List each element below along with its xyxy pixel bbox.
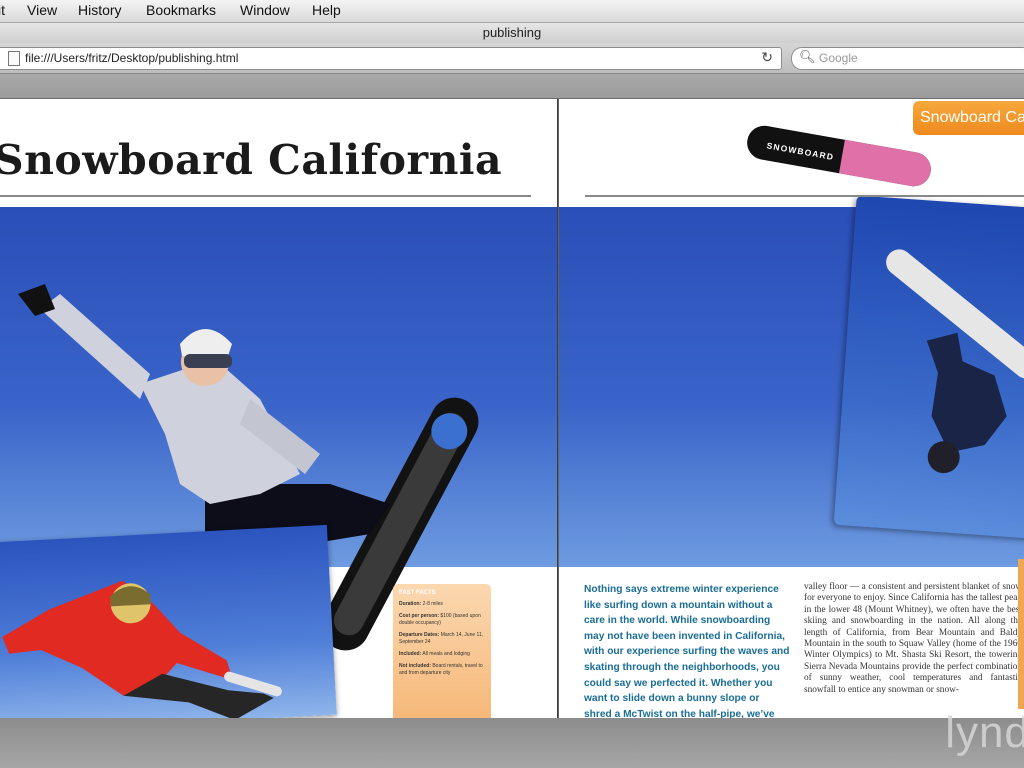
- search-placeholder: Google: [819, 51, 858, 65]
- address-text: file:///Users/fritz/Desktop/publishing.h…: [25, 51, 239, 65]
- snowboard-product-image: SNOWBOARD: [747, 125, 931, 187]
- browser-toolbar: file:///Users/fritz/Desktop/publishing.h…: [0, 43, 1024, 74]
- window-title: publishing: [482, 25, 542, 40]
- title-rule-right: [585, 195, 1024, 197]
- fact-row: Departure Dates: March 14, June 11, Sept…: [399, 632, 484, 645]
- fast-facts-heading: FAST FACTS: [399, 590, 436, 596]
- address-bar[interactable]: file:///Users/fritz/Desktop/publishing.h…: [0, 47, 782, 70]
- inset-photo-red-jacket: [0, 524, 337, 718]
- fact-row: Cost per person: $100 (based upon double…: [399, 613, 481, 626]
- fact-row: Included: All meals and lodging: [399, 651, 470, 657]
- fact-row: Not included: Board rentals, travel to a…: [399, 663, 483, 676]
- lynda-watermark: lynd: [945, 708, 1024, 757]
- search-field[interactable]: 🔍︎ Google: [791, 47, 1024, 70]
- menu-window[interactable]: Window: [240, 2, 290, 18]
- reload-icon[interactable]: ↻: [761, 49, 773, 66]
- fast-facts-box: FAST FACTS Duration: 2-8 miles Cost per …: [393, 584, 491, 718]
- menu-help[interactable]: Help: [312, 2, 341, 18]
- article-body-paragraph: valley floor — a consistent and persiste…: [804, 582, 1022, 695]
- page-title: Snowboard California: [0, 136, 503, 184]
- window-title-bar: publishing: [0, 23, 1024, 43]
- bookmarks-bar: [0, 74, 1024, 99]
- inset-photo-inverted-rider: [833, 195, 1024, 539]
- menu-bookmarks[interactable]: Bookmarks: [146, 2, 216, 18]
- article-lead-paragraph: Nothing says extreme winter experience l…: [584, 584, 790, 718]
- page-icon: [8, 51, 20, 66]
- search-icon: 🔍︎: [799, 49, 816, 64]
- menu-edit[interactable]: it: [0, 2, 5, 18]
- menu-view[interactable]: View: [27, 2, 57, 18]
- menu-history[interactable]: History: [78, 2, 122, 18]
- menu-bar: it View History Bookmarks Window Help: [0, 0, 1024, 23]
- fact-row: Duration: 2-8 miles: [399, 601, 443, 607]
- window-bottom-frame: [0, 718, 1024, 768]
- page-viewport[interactable]: Snowboard California Snowboard Cali SNOW…: [0, 99, 1024, 718]
- title-rule-left: [0, 195, 531, 197]
- page-spine: [557, 99, 559, 718]
- orange-accent-strip: [1018, 559, 1024, 709]
